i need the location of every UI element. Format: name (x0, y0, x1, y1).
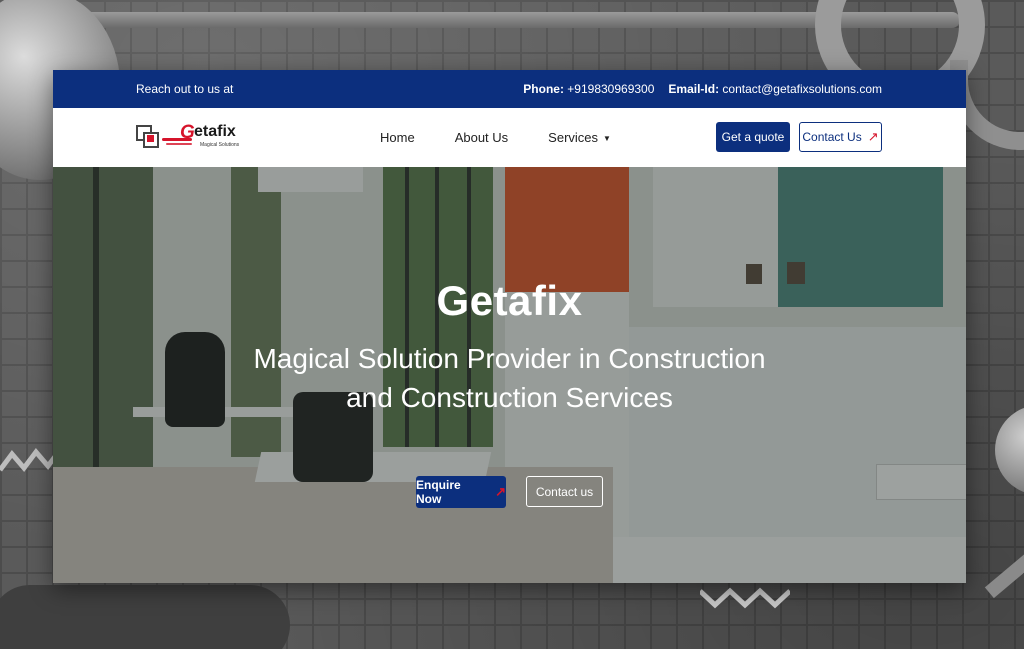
email-info[interactable]: Email-Id: contact@getafixsolutions.com (668, 82, 882, 96)
background-zigzag-left (0, 448, 60, 472)
getafix-logo[interactable]: G etafix Magical Solutions (136, 122, 246, 154)
main-navbar: G etafix Magical Solutions Home About Us… (53, 108, 966, 168)
background-disc (0, 585, 290, 649)
contact-us-label: Contact Us (802, 130, 862, 144)
hero-section: Getafix Magical Solution Provider in Con… (53, 167, 966, 583)
hero-title: Getafix (436, 277, 583, 324)
logo-red-square-icon (147, 135, 154, 142)
enquire-now-button[interactable]: Enquire Now ↗ (416, 476, 506, 508)
email-label: Email-Id: (668, 82, 720, 96)
enquire-now-label: Enquire Now (416, 478, 461, 506)
phone-value: +919830969300 (567, 82, 655, 96)
background-zigzag-bottom (700, 587, 790, 609)
arrow-up-right-icon: ↗ (867, 129, 879, 144)
contact-us-button[interactable]: Contact Us ↗ (799, 122, 882, 152)
reach-out-text: Reach out to us at (136, 82, 234, 96)
logo-wordmark: etafix (194, 123, 236, 140)
hero-contact-us-button[interactable]: Contact us (526, 476, 603, 507)
caret-down-icon: ▼ (603, 134, 611, 144)
phone-label: Phone: (523, 82, 564, 96)
contact-info: Phone: +919830969300 Email-Id: contact@g… (523, 82, 882, 96)
website-frame: Reach out to us at Phone: +919830969300 … (53, 70, 966, 583)
hero-subtitle: Magical Solution Provider in Constructio… (253, 343, 766, 413)
logo-tagline: Magical Solutions (200, 142, 240, 148)
phone-info[interactable]: Phone: +919830969300 (523, 82, 654, 96)
email-value: contact@getafixsolutions.com (722, 82, 882, 96)
nav-item-services[interactable]: Services ▼ (548, 130, 611, 145)
get-a-quote-button[interactable]: Get a quote (716, 122, 790, 152)
nav-menu: Home About Us Services ▼ (380, 108, 611, 167)
nav-item-about-us[interactable]: About Us (455, 130, 508, 145)
top-contact-bar: Reach out to us at Phone: +919830969300 … (53, 70, 966, 108)
logo-letter-g: G (180, 122, 195, 143)
nav-item-services-label: Services (548, 130, 599, 145)
arrow-up-right-icon: ↗ (495, 484, 506, 499)
nav-item-home[interactable]: Home (380, 130, 415, 145)
